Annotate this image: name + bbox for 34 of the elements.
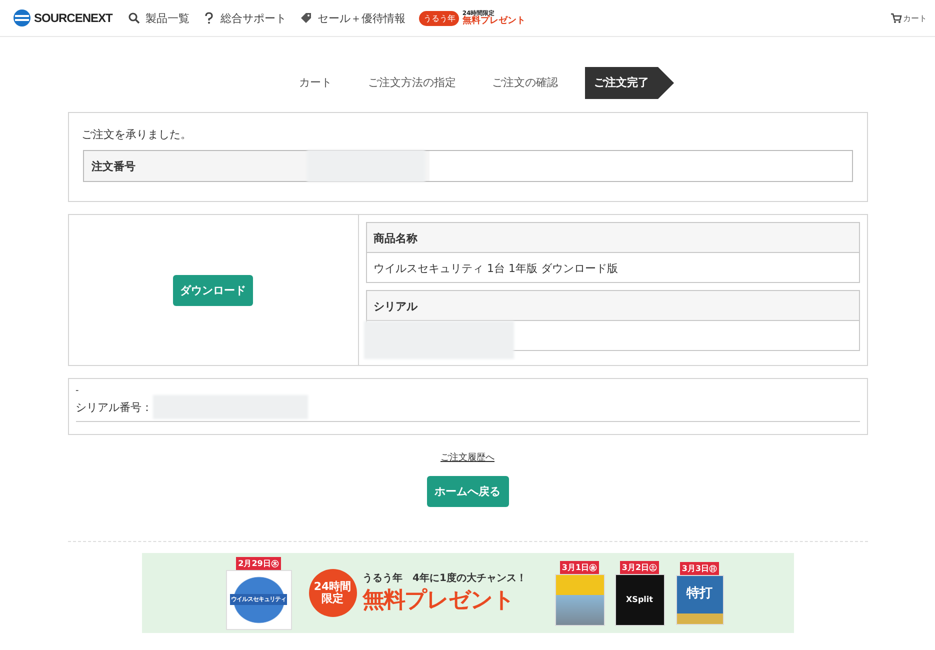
nav-link[interactable]: 総合サポート xyxy=(220,10,286,26)
confirmation-text: ご注文を承りました。 xyxy=(80,127,192,143)
product-name: 特打 xyxy=(686,584,712,602)
cart-link[interactable]: カート xyxy=(903,12,927,24)
nav-link[interactable]: 製品一覧 xyxy=(145,10,190,26)
promo-link[interactable]: 無料プレゼント xyxy=(462,16,526,26)
promo-circle: 24時間限定 xyxy=(308,569,356,617)
promo-badge[interactable]: うるう年 xyxy=(419,10,460,26)
order-number-label: 注文番号 xyxy=(90,158,136,174)
date-label: 3月2日㊏ xyxy=(620,560,660,574)
order-history-link[interactable]: ご注文履歴へ xyxy=(440,451,494,464)
step-tab[interactable]: ご注文方法の指定 xyxy=(359,67,465,99)
banner-title: 無料プレゼント xyxy=(362,587,516,615)
search-icon xyxy=(128,12,140,24)
tag-icon xyxy=(300,12,312,24)
logo-icon xyxy=(13,9,31,27)
step-tab[interactable]: カート xyxy=(290,67,341,99)
cart-icon xyxy=(891,12,902,24)
logo-text[interactable]: SOURCENEXT xyxy=(34,11,112,25)
serial-label: シリアル番号： xyxy=(76,400,152,414)
table-header: シリアル xyxy=(366,291,858,321)
date-label: 3月1日㊎ xyxy=(560,560,600,574)
banner-headline: うるう年 4年に1度の大チャンス！ xyxy=(362,571,528,585)
date-label: 2月29日㊍ xyxy=(236,556,281,570)
table-cell-text: ウイルスセキュリティ 1台 1年版 ダウンロード版 xyxy=(372,261,619,277)
nav-link[interactable]: セール＋優待情報 xyxy=(317,10,406,26)
date-label: 3月3日㊐ xyxy=(680,562,720,574)
product-name: XSplit xyxy=(626,595,653,604)
table-header: 商品名称 xyxy=(366,223,858,253)
step-arrow-icon xyxy=(658,67,674,99)
question-icon xyxy=(203,12,216,24)
dash-text: - xyxy=(76,387,80,395)
step-tab[interactable]: ご注文の確認 xyxy=(483,67,567,99)
product-box xyxy=(554,574,604,626)
